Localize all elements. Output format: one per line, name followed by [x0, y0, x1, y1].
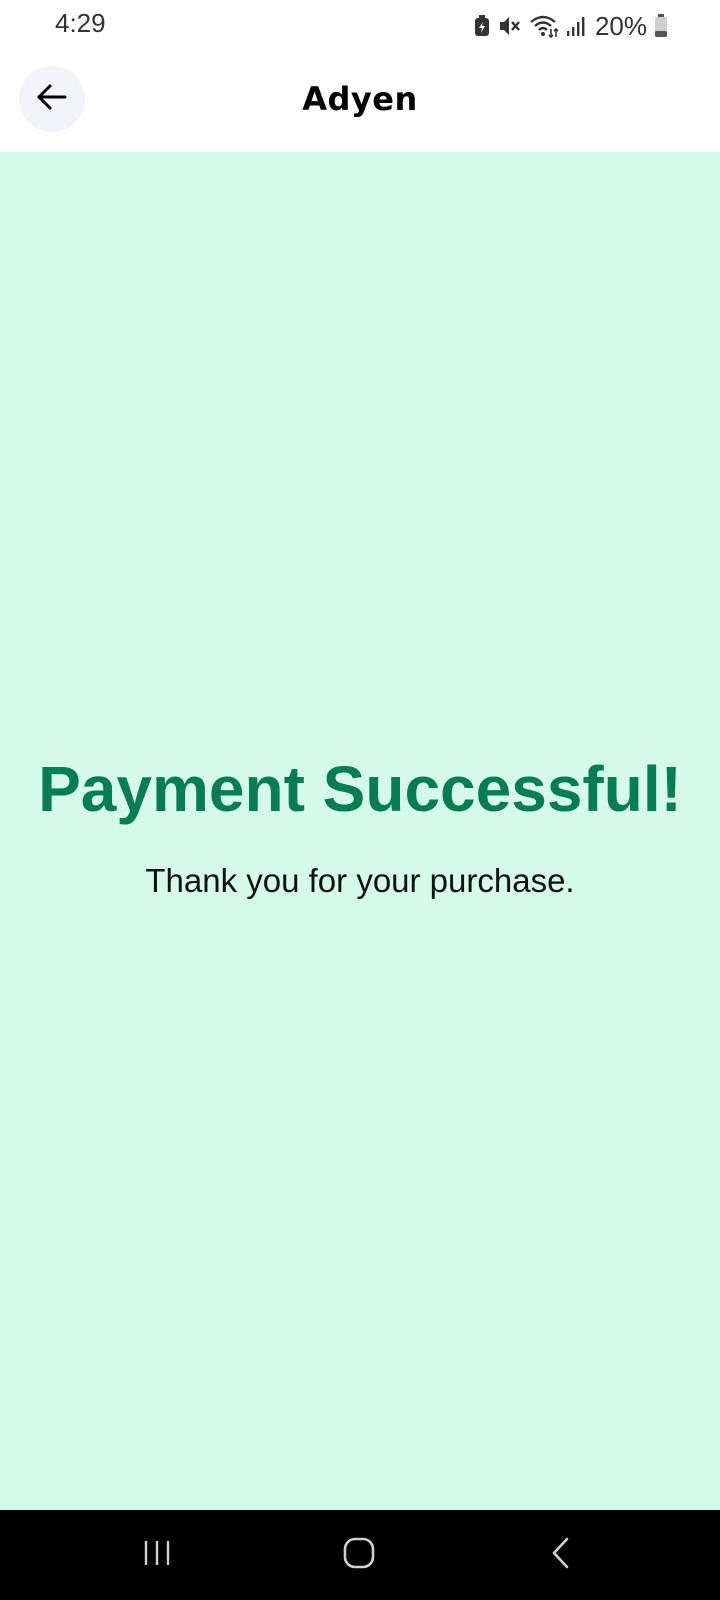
success-message: Thank you for your purchase. [145, 862, 575, 899]
navigation-bar [0, 1510, 720, 1600]
status-icons: 20% [473, 10, 668, 42]
recent-apps-icon [141, 1538, 173, 1573]
app-bar: Adyen [0, 52, 720, 152]
signal-icon [566, 15, 586, 37]
status-bar: 4:29 20% [0, 0, 720, 52]
app-title: Adyen [302, 80, 418, 118]
mute-icon [498, 15, 522, 37]
success-title: Payment Successful! [38, 753, 682, 825]
data-saver-icon [473, 15, 491, 37]
system-back-button[interactable] [531, 1530, 591, 1580]
back-icon [549, 1536, 573, 1575]
wifi-icon [529, 14, 559, 38]
status-time: 4:29 [55, 8, 106, 38]
payment-result-panel: Payment Successful! Thank you for your p… [0, 152, 720, 1510]
battery-icon [654, 14, 668, 38]
screen: 4:29 20% Adyen Payment Successful! Thank… [0, 0, 720, 1600]
battery-percent: 20% [594, 10, 647, 41]
home-button[interactable] [329, 1530, 389, 1580]
home-icon [342, 1536, 376, 1575]
recent-apps-button[interactable] [127, 1530, 187, 1580]
